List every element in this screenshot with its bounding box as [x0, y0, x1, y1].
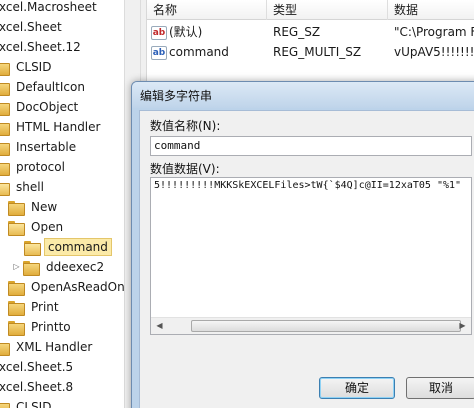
value-name-cell: ab command [151, 42, 267, 62]
tree-item-new[interactable]: New [8, 197, 60, 217]
tree-item-label: xcel.Sheet [0, 20, 62, 34]
folder-icon [0, 341, 10, 356]
folder-icon [0, 101, 10, 116]
tree-item-command[interactable]: command [24, 237, 112, 257]
tree-item-docobject[interactable]: DocObject [0, 97, 81, 117]
tree-item-excel-sheet-5[interactable]: xcel.Sheet.5 [0, 357, 76, 377]
folder-icon [8, 280, 25, 296]
tree-item-label: protocol [16, 160, 65, 174]
tree-item-xml-handler[interactable]: XML Handler [0, 337, 95, 357]
list-row-command[interactable]: abcommand REG_MULTI_SZ vUpAV5!!!!!!!!! [147, 42, 474, 62]
folder-icon [0, 401, 10, 408]
cancel-button[interactable]: 取消 [406, 377, 474, 399]
tree-item-label: HTML Handler [16, 120, 101, 134]
tree-item-label: Printto [31, 320, 71, 334]
tree-item-clsid[interactable]: CLSID [0, 57, 54, 77]
folder-icon [8, 200, 25, 216]
tree-item-label: XML Handler [16, 340, 93, 354]
tree-item-print[interactable]: Print [8, 297, 62, 317]
tree-item-defaulticon[interactable]: DefaultIcon [0, 77, 88, 97]
value-name-field[interactable]: command [150, 136, 472, 156]
data-horizontal-scrollbar[interactable]: ◀ ▶ [151, 317, 471, 334]
tree-item-label: Insertable [16, 140, 77, 154]
value-name: command [169, 45, 229, 59]
tree-item-excel-macrosheet[interactable]: xcel.Macrosheet [0, 0, 100, 17]
tree-item-open[interactable]: Open [8, 217, 66, 237]
tree-item-shell[interactable]: shell [0, 177, 47, 197]
tree-item-excel-sheet-8[interactable]: xcel.Sheet.8 [0, 377, 76, 397]
value-data-label: 数值数据(V): [150, 162, 220, 176]
folder-icon [0, 81, 10, 96]
registry-key-tree[interactable]: xcel.Macrosheet xcel.Sheet xcel.Sheet.12… [0, 0, 124, 408]
folder-open-icon [8, 220, 25, 236]
tree-item-html-handler[interactable]: HTML Handler [0, 117, 103, 137]
tree-item-excel-sheet-12[interactable]: xcel.Sheet.12 [0, 37, 84, 57]
value-type: REG_MULTI_SZ [273, 45, 362, 59]
dialog-titlebar[interactable]: 编辑多字符串 [132, 82, 474, 108]
folder-open-icon [24, 240, 41, 256]
value-name: (默认) [169, 25, 203, 39]
value-type: REG_SZ [273, 25, 321, 39]
scroll-right-icon[interactable]: ▶ [454, 318, 471, 334]
value-data-textarea[interactable]: 5!!!!!!!!!MKKSkEXCELFiles>tW{`$4Q]c@II=1… [150, 177, 472, 335]
folder-icon [8, 300, 25, 316]
dialog-body: 数值名称(N): command 数值数据(V): 5!!!!!!!!!MKKS… [139, 110, 474, 408]
tree-item-label: CLSID [16, 400, 52, 408]
folder-icon [0, 61, 10, 76]
tree-item-label: ddeexec2 [46, 260, 105, 274]
value-data: vUpAV5!!!!!!!!! [394, 45, 474, 59]
value-data: "C:\Program F [394, 25, 474, 39]
value-data-text: 5!!!!!!!!!MKKSkEXCELFiles>tW{`$4Q]c@II=1… [154, 180, 462, 191]
tree-item-openasreadonly[interactable]: OpenAsReadOnl [8, 277, 124, 297]
tree-item-label: xcel.Sheet.5 [0, 360, 74, 374]
ab-string-icon: ab [151, 25, 167, 40]
value-name-cell: ab (默认) [151, 22, 267, 42]
list-header: 名称 类型 数据 [147, 0, 474, 20]
folder-icon [8, 320, 25, 336]
tree-item-label: DocObject [16, 100, 79, 114]
tree-item-insertable[interactable]: Insertable [0, 137, 79, 157]
column-header-name[interactable]: 名称 [147, 0, 267, 20]
tree-item-ddeexec2[interactable]: ▷ ddeexec2 [12, 257, 107, 277]
tree-item-label: xcel.Sheet.12 [0, 40, 81, 54]
list-row-default[interactable]: ab (默认) REG_SZ "C:\Program F [147, 22, 474, 42]
tree-item-label: shell [16, 180, 44, 194]
value-name-label: 数值名称(N): [150, 119, 221, 133]
tree-item-label: xcel.Sheet.8 [0, 380, 74, 394]
tree-item-label: command [44, 238, 112, 256]
scroll-left-icon[interactable]: ◀ [151, 318, 168, 334]
tree-item-label: xcel.Macrosheet [0, 0, 97, 14]
tree-item-label: New [31, 200, 58, 214]
dialog-title: 编辑多字符串 [140, 89, 213, 103]
column-header-data[interactable]: 数据 [388, 0, 474, 20]
tree-item-label: OpenAsReadOnl [31, 280, 124, 294]
folder-icon [0, 141, 10, 156]
folder-icon [0, 161, 10, 176]
tree-item-label: Open [31, 220, 64, 234]
expand-arrow-icon[interactable]: ▷ [12, 257, 21, 277]
tree-item-printto[interactable]: Printto [8, 317, 74, 337]
folder-icon [23, 260, 40, 276]
tree-item-excel-sheet[interactable]: xcel.Sheet [0, 17, 65, 37]
tree-item-label: Print [31, 300, 59, 314]
edit-multi-string-dialog: 编辑多字符串 数值名称(N): command 数值数据(V): 5!!!!!!… [131, 81, 474, 408]
scrollbar-thumb[interactable] [191, 320, 461, 332]
tree-item-label: CLSID [16, 60, 52, 74]
ab-multistring-icon: ab [151, 45, 167, 60]
tree-item-label: DefaultIcon [16, 80, 85, 94]
tree-item-clsid-2[interactable]: CLSID [0, 397, 54, 408]
column-header-type[interactable]: 类型 [267, 0, 388, 20]
folder-icon [0, 121, 10, 136]
ok-button[interactable]: 确定 [319, 377, 395, 399]
tree-item-protocol[interactable]: protocol [0, 157, 68, 177]
folder-open-icon [0, 181, 10, 196]
